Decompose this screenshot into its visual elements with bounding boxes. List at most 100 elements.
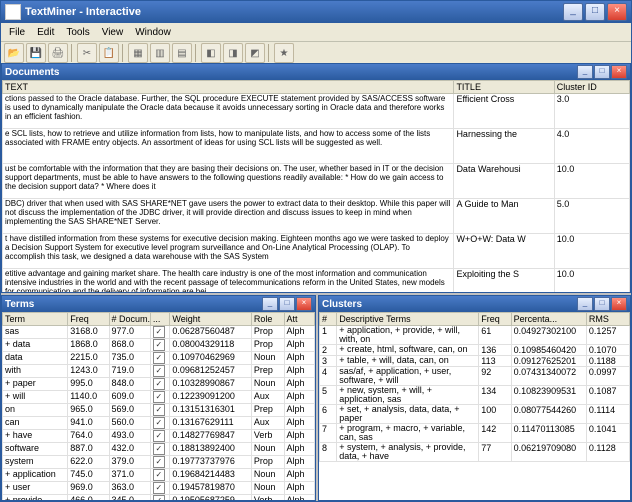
menu-window[interactable]: Window <box>129 25 177 40</box>
cell-title: Exploiting the S <box>454 269 554 293</box>
toolbar-btn6[interactable]: ◩ <box>245 43 265 63</box>
toolbar-btn5[interactable]: ◨ <box>223 43 243 63</box>
table-row[interactable]: t have distilled information from these … <box>3 234 630 269</box>
cell-cid: 10.0 <box>554 234 629 269</box>
cell-chk[interactable]: ✓ <box>150 430 170 443</box>
table-row[interactable]: + application745.0371.0✓0.19684214483Nou… <box>3 469 315 482</box>
terms-table[interactable]: Term Freq # Docum... ... Weight Role Att… <box>2 312 315 500</box>
col-clusterid[interactable]: Cluster ID <box>554 81 629 94</box>
tcol-chk[interactable]: ... <box>150 313 170 326</box>
tcol-docs[interactable]: # Docum... <box>109 313 150 326</box>
cell-weight: 0.09681252457 <box>170 365 252 378</box>
toolbar-btn2[interactable]: ▥ <box>150 43 170 63</box>
tcol-term[interactable]: Term <box>3 313 68 326</box>
documents-max[interactable]: □ <box>594 65 610 79</box>
toolbar-btn3[interactable]: ▤ <box>172 43 192 63</box>
cell-term: + will <box>3 391 68 404</box>
documents-min[interactable]: _ <box>577 65 593 79</box>
table-row[interactable]: with1243.0719.0✓0.09681252457PrepAlph <box>3 365 315 378</box>
menu-edit[interactable]: Edit <box>31 25 60 40</box>
tcol-att[interactable]: Att <box>284 313 314 326</box>
table-row[interactable]: ust be comfortable with the information … <box>3 164 630 199</box>
terms-max[interactable]: □ <box>279 297 295 311</box>
toolbar-open-icon[interactable]: 📂 <box>4 43 24 63</box>
toolbar-btn4[interactable]: ◧ <box>201 43 221 63</box>
table-row[interactable]: 8+ system, + analysis, + provide, data, … <box>320 443 630 462</box>
table-row[interactable]: 6+ set, + analysis, data, data, + paper1… <box>320 405 630 424</box>
toolbar-cut-icon[interactable]: ✂ <box>77 43 97 63</box>
toolbar-print-icon[interactable]: 🖨 <box>48 43 68 63</box>
tcol-freq[interactable]: Freq <box>68 313 109 326</box>
col-title[interactable]: TITLE <box>454 81 554 94</box>
table-row[interactable]: + have764.0493.0✓0.14827769847VerbAlph <box>3 430 315 443</box>
cell-chk[interactable]: ✓ <box>150 352 170 365</box>
cell-chk[interactable]: ✓ <box>150 469 170 482</box>
cell-chk[interactable]: ✓ <box>150 326 170 339</box>
toolbar-copy-icon[interactable]: 📋 <box>99 43 119 63</box>
table-row[interactable]: sas3168.0977.0✓0.06287560487PropAlph <box>3 326 315 339</box>
table-row[interactable]: 2+ create, html, software, can, on1360.1… <box>320 345 630 356</box>
menu-view[interactable]: View <box>96 25 130 40</box>
app-title: TextMiner - Interactive <box>25 6 561 18</box>
table-row[interactable]: can941.0560.0✓0.13167629111AuxAlph <box>3 417 315 430</box>
tcol-weight[interactable]: Weight <box>170 313 252 326</box>
clusters-min[interactable]: _ <box>577 297 593 311</box>
toolbar-btn1[interactable]: ▦ <box>128 43 148 63</box>
minimize-button[interactable]: _ <box>563 3 583 21</box>
cell-num: 7 <box>320 424 337 443</box>
ccol-perc[interactable]: Percenta... <box>511 313 586 326</box>
cell-chk[interactable]: ✓ <box>150 456 170 469</box>
cell-chk[interactable]: ✓ <box>150 391 170 404</box>
documents-table[interactable]: TEXT TITLE Cluster ID ctions passed to t… <box>2 80 630 292</box>
table-row[interactable]: + provide466.0345.0✓0.19505687259VerbAlp… <box>3 495 315 501</box>
table-row[interactable]: e SCL lists, how to retrieve and utilize… <box>3 129 630 164</box>
menu-file[interactable]: File <box>3 25 31 40</box>
table-row[interactable]: 4sas/af, + application, + user, software… <box>320 367 630 386</box>
col-text[interactable]: TEXT <box>3 81 454 94</box>
cell-chk[interactable]: ✓ <box>150 404 170 417</box>
table-row[interactable]: 3+ table, + will, data, can, on1130.0912… <box>320 356 630 367</box>
table-row[interactable]: + paper995.0848.0✓0.10328990867NounAlph <box>3 378 315 391</box>
documents-close[interactable]: × <box>611 65 627 79</box>
cell-chk[interactable]: ✓ <box>150 365 170 378</box>
table-row[interactable]: 5+ new, system, + will, + application, s… <box>320 386 630 405</box>
ccol-freq[interactable]: Freq <box>479 313 511 326</box>
table-row[interactable]: etitive advantage and gaining market sha… <box>3 269 630 293</box>
cell-freq: 136 <box>479 345 511 356</box>
toolbar-save-icon[interactable]: 💾 <box>26 43 46 63</box>
table-row[interactable]: data2215.0735.0✓0.10970462969NounAlph <box>3 352 315 365</box>
close-button[interactable]: × <box>607 3 627 21</box>
terms-min[interactable]: _ <box>262 297 278 311</box>
terms-close[interactable]: × <box>296 297 312 311</box>
table-row[interactable]: DBC) driver that when used with SAS SHAR… <box>3 199 630 234</box>
tcol-role[interactable]: Role <box>251 313 284 326</box>
clusters-max[interactable]: □ <box>594 297 610 311</box>
maximize-button[interactable]: □ <box>585 3 605 21</box>
table-row[interactable]: + data1868.0868.0✓0.08004329118PropAlph <box>3 339 315 352</box>
cell-chk[interactable]: ✓ <box>150 417 170 430</box>
menu-tools[interactable]: Tools <box>60 25 95 40</box>
ccol-desc[interactable]: Descriptive Terms <box>337 313 479 326</box>
table-row[interactable]: software887.0432.0✓0.18813892400NounAlph <box>3 443 315 456</box>
ccol-rms[interactable]: RMS <box>586 313 629 326</box>
clusters-close[interactable]: × <box>611 297 627 311</box>
table-row[interactable]: 7+ program, + macro, + variable, can, sa… <box>320 424 630 443</box>
cell-weight: 0.19505687259 <box>170 495 252 501</box>
clusters-table[interactable]: # Descriptive Terms Freq Percenta... RMS… <box>319 312 630 462</box>
table-row[interactable]: on965.0569.0✓0.13151316301PrepAlph <box>3 404 315 417</box>
table-row[interactable]: 1+ application, + provide, + will, with,… <box>320 326 630 345</box>
table-row[interactable]: + will1140.0609.0✓0.12239091200AuxAlph <box>3 391 315 404</box>
cell-docs: 868.0 <box>109 339 150 352</box>
cell-chk[interactable]: ✓ <box>150 378 170 391</box>
cell-chk[interactable]: ✓ <box>150 482 170 495</box>
cell-freq: 764.0 <box>68 430 109 443</box>
table-row[interactable]: + user969.0363.0✓0.19457819870NounAlph <box>3 482 315 495</box>
cell-chk[interactable]: ✓ <box>150 495 170 501</box>
ccol-num[interactable]: # <box>320 313 337 326</box>
cell-text: t have distilled information from these … <box>3 234 454 269</box>
cell-chk[interactable]: ✓ <box>150 339 170 352</box>
table-row[interactable]: system622.0379.0✓0.19773737976PropAlph <box>3 456 315 469</box>
cell-chk[interactable]: ✓ <box>150 443 170 456</box>
toolbar-btn7[interactable]: ★ <box>274 43 294 63</box>
table-row[interactable]: ctions passed to the Oracle database. Fu… <box>3 94 630 129</box>
